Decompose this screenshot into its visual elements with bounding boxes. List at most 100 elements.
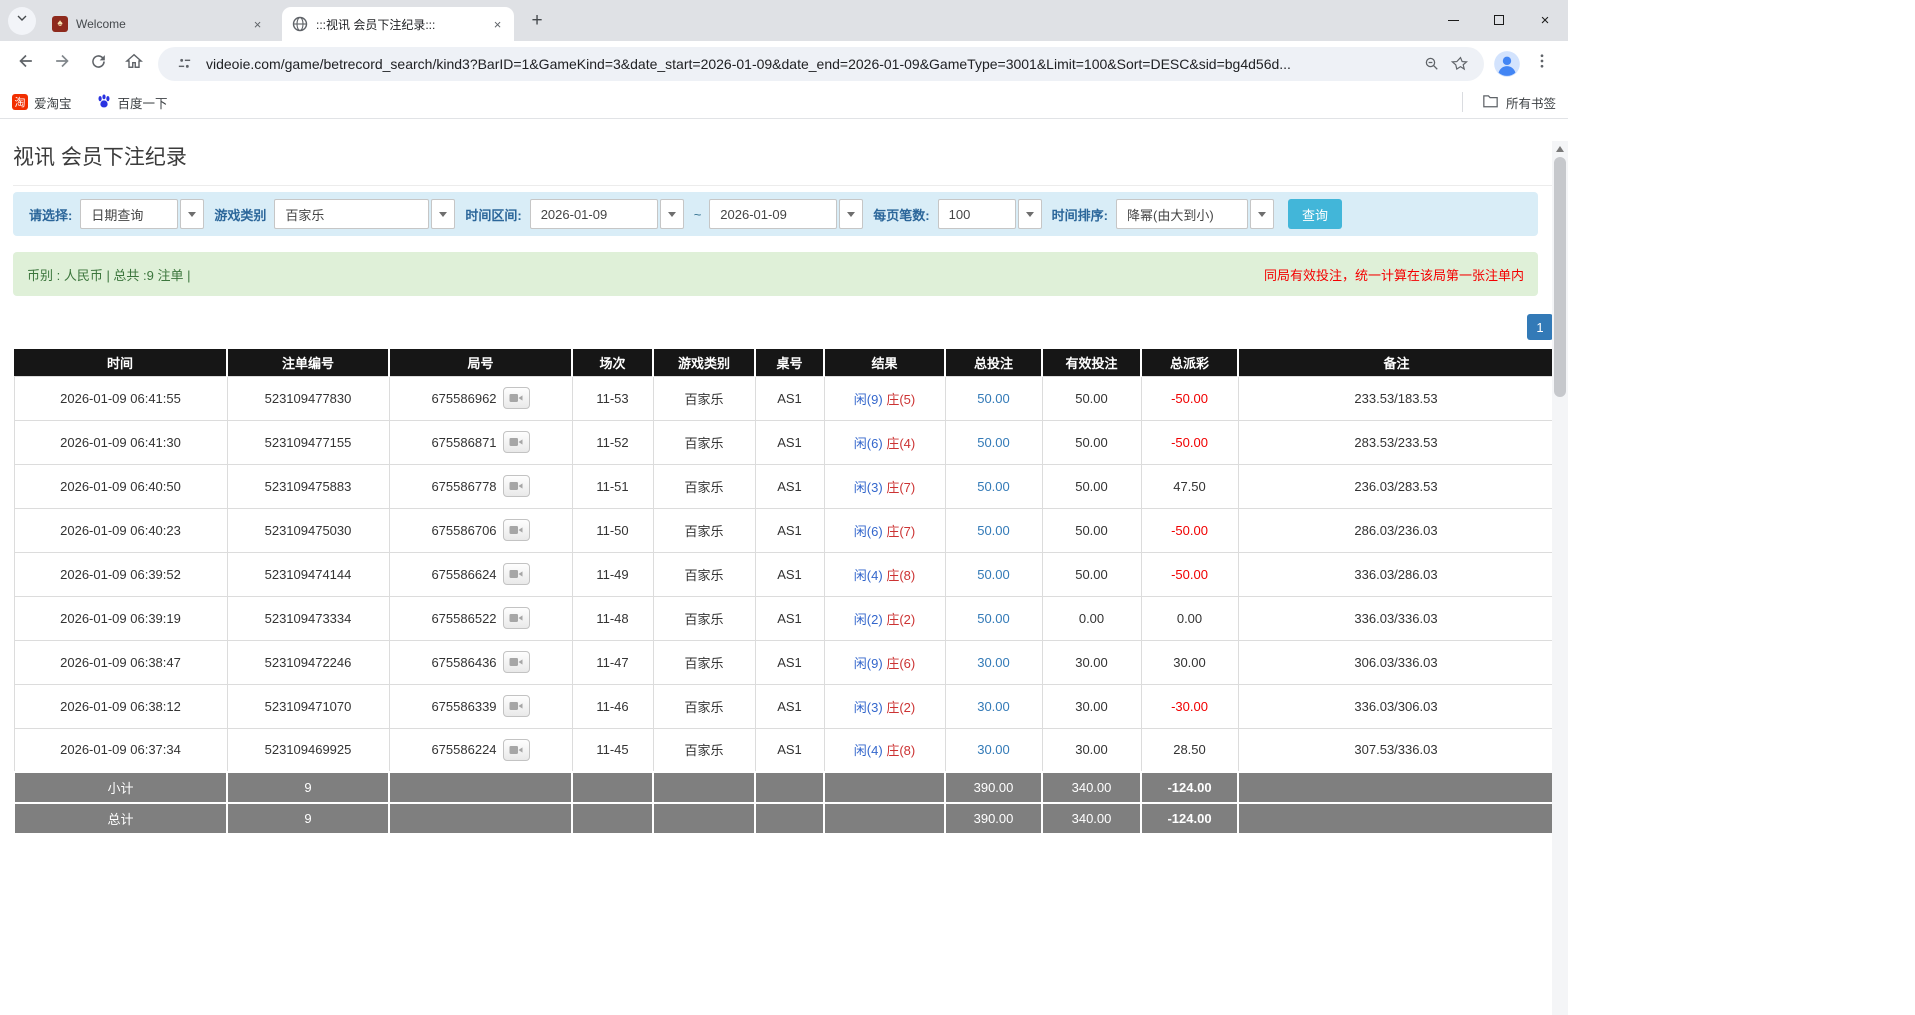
cell-bet-id: 523109469925 (227, 728, 389, 772)
cell-payout: -50.00 (1141, 420, 1238, 464)
cell-session: 11-53 (572, 376, 653, 420)
cell-bet-id: 523109477155 (227, 420, 389, 464)
reload-button[interactable] (81, 47, 115, 81)
sort-select[interactable]: 降幂(由大到小) (1116, 199, 1274, 229)
cell-remark: 236.03/283.53 (1238, 464, 1554, 508)
forward-button[interactable] (45, 47, 79, 81)
per-page-select[interactable]: 100 (938, 199, 1042, 229)
cell-remark: 233.53/183.53 (1238, 376, 1554, 420)
cell-bet-id: 523109473334 (227, 596, 389, 640)
cell-time: 2026-01-09 06:39:52 (14, 552, 227, 596)
pagination-page-1[interactable]: 1 (1527, 314, 1553, 340)
close-icon: × (1541, 13, 1550, 28)
result-player: 闲(2) (854, 612, 883, 627)
cell-result: 闲(4) 庄(8) (824, 552, 945, 596)
page-content: 视讯 会员下注纪录 请选择: 日期查询 游戏类别 百家乐 时间区间: 2026-… (0, 141, 1568, 1015)
date-end-value: 2026-01-09 (709, 199, 837, 229)
filter-section: 请选择: 日期查询 游戏类别 百家乐 时间区间: 2026-01-09 ~ 20 (13, 185, 1553, 236)
cell-table-no: AS1 (755, 640, 824, 684)
home-button[interactable] (117, 47, 151, 81)
result-banker: 庄(8) (886, 743, 915, 758)
round-video-button[interactable] (503, 475, 530, 497)
dropdown-arrow-icon[interactable] (180, 199, 204, 229)
profile-avatar[interactable] (1490, 47, 1524, 81)
grand-total-count: 9 (227, 803, 389, 834)
cell-valid-bet: 50.00 (1042, 508, 1141, 552)
dropdown-arrow-icon[interactable] (660, 199, 684, 229)
round-video-button[interactable] (503, 563, 530, 585)
navigation-bar: videoie.com/game/betrecord_search/kind3?… (0, 41, 1568, 86)
tab-welcome[interactable]: ♠ Welcome × (42, 7, 274, 41)
cell-time: 2026-01-09 06:41:30 (14, 420, 227, 464)
round-video-button[interactable] (503, 519, 530, 541)
back-button[interactable] (9, 47, 43, 81)
cell-session: 11-47 (572, 640, 653, 684)
dropdown-arrow-icon[interactable] (431, 199, 455, 229)
game-kind-value: 百家乐 (274, 199, 429, 229)
header-valid-bet: 有效投注 (1042, 349, 1141, 376)
dropdown-arrow-icon[interactable] (839, 199, 863, 229)
cell-payout: 47.50 (1141, 464, 1238, 508)
bookmarks-bar: 淘 爱淘宝 百度一下 所有书签 (0, 86, 1568, 119)
scrollbar-up-arrow[interactable] (1552, 141, 1568, 156)
minimize-button[interactable] (1430, 0, 1476, 40)
round-number: 675586871 (431, 435, 496, 450)
round-video-button[interactable] (503, 651, 530, 673)
search-button[interactable]: 查询 (1288, 199, 1342, 229)
dropdown-arrow-icon[interactable] (1250, 199, 1274, 229)
result-player: 闲(6) (854, 524, 883, 539)
cell-time: 2026-01-09 06:40:23 (14, 508, 227, 552)
game-kind-select[interactable]: 百家乐 (274, 199, 455, 229)
tab-close-icon[interactable]: × (249, 16, 266, 33)
bookmark-baidu[interactable]: 百度一下 (96, 93, 168, 112)
close-button[interactable]: × (1522, 0, 1568, 40)
video-replay-icon (509, 524, 523, 536)
round-video-button[interactable] (503, 739, 530, 761)
cell-total-bet: 50.00 (945, 420, 1042, 464)
forward-icon (52, 51, 72, 76)
taobao-icon: 淘 (12, 94, 28, 110)
header-game-kind: 游戏类别 (653, 349, 755, 376)
date-type-select[interactable]: 日期查询 (80, 199, 204, 229)
cell-remark: 286.03/236.03 (1238, 508, 1554, 552)
maximize-icon (1494, 15, 1504, 25)
tab-close-icon[interactable]: × (489, 16, 506, 33)
video-replay-icon (509, 568, 523, 580)
cell-bet-id: 523109475883 (227, 464, 389, 508)
date-start-select[interactable]: 2026-01-09 (530, 199, 684, 229)
vertical-scrollbar[interactable] (1552, 141, 1568, 1015)
scrollbar-thumb[interactable] (1554, 157, 1566, 397)
round-video-button[interactable] (503, 387, 530, 409)
cell-session: 11-49 (572, 552, 653, 596)
url-text[interactable]: videoie.com/game/betrecord_search/kind3?… (206, 56, 1418, 72)
browser-menu-button[interactable] (1525, 47, 1559, 81)
cell-game-kind: 百家乐 (653, 508, 755, 552)
result-banker: 庄(4) (886, 436, 915, 451)
tab-search-button[interactable] (8, 7, 36, 35)
dropdown-arrow-icon[interactable] (1018, 199, 1042, 229)
round-video-button[interactable] (503, 431, 530, 453)
round-video-button[interactable] (503, 695, 530, 717)
date-type-value: 日期查询 (80, 199, 178, 229)
cell-game-kind: 百家乐 (653, 376, 755, 420)
cell-result: 闲(9) 庄(5) (824, 376, 945, 420)
zoom-out-icon[interactable] (1418, 50, 1446, 78)
cell-round: 675586522 (389, 596, 572, 640)
round-video-button[interactable] (503, 607, 530, 629)
grand-total-total-bet: 390.00 (945, 803, 1042, 834)
cell-remark: 306.03/336.03 (1238, 640, 1554, 684)
bookmark-star-icon[interactable] (1446, 50, 1474, 78)
tab-bet-records[interactable]: :::视讯 会员下注纪录::: × (282, 7, 514, 41)
cell-result: 闲(3) 庄(2) (824, 684, 945, 728)
maximize-button[interactable] (1476, 0, 1522, 40)
all-bookmarks[interactable]: 所有书签 (1462, 92, 1556, 112)
address-bar[interactable]: videoie.com/game/betrecord_search/kind3?… (158, 47, 1484, 81)
kebab-menu-icon (1533, 52, 1551, 75)
bookmark-taobao[interactable]: 淘 爱淘宝 (12, 93, 72, 112)
result-banker: 庄(2) (886, 700, 915, 715)
date-end-select[interactable]: 2026-01-09 (709, 199, 863, 229)
new-tab-button[interactable]: + (523, 7, 551, 35)
site-settings-icon[interactable] (170, 50, 198, 78)
result-player: 闲(4) (854, 568, 883, 583)
cell-session: 11-51 (572, 464, 653, 508)
